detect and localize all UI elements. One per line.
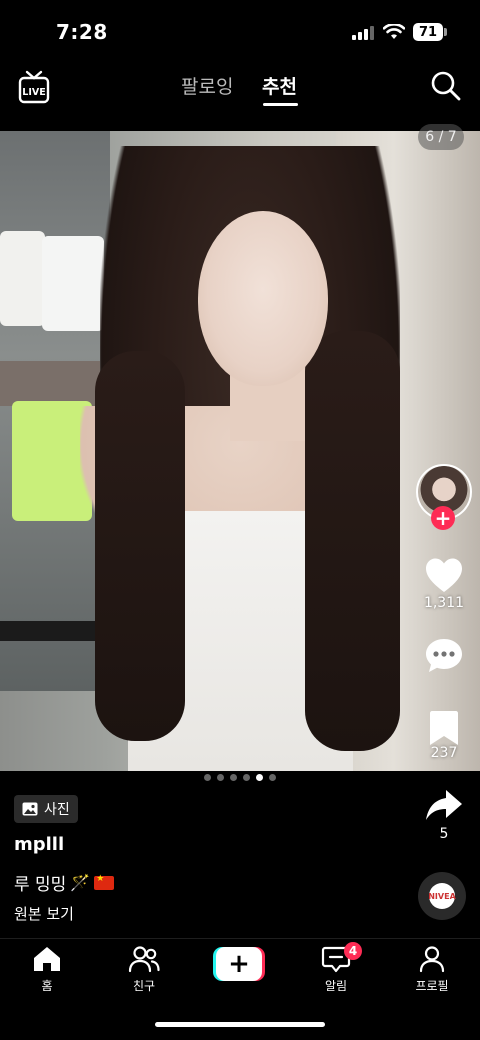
tab-following[interactable]: 팔로잉 [181, 72, 233, 99]
magic-wand-emoji: 🪄 [70, 873, 91, 892]
nav-friends-label: 친구 [132, 979, 156, 993]
photo-detail [42, 236, 104, 331]
china-flag-emoji [94, 874, 115, 890]
music-disc-label: NIVEA [428, 883, 456, 909]
share-icon[interactable] [424, 786, 464, 826]
description-text: 루 밍밍 [14, 875, 67, 895]
photo-face [198, 211, 328, 386]
live-icon[interactable]: LIVE [18, 70, 50, 104]
comment-icon[interactable] [424, 636, 464, 676]
nav-friends[interactable]: 친구 [109, 945, 179, 994]
signal-icon [352, 26, 374, 40]
pager-dot[interactable] [243, 773, 250, 781]
top-nav: LIVE 팔로잉 추천 [0, 56, 480, 128]
pager-dot[interactable] [269, 773, 276, 781]
status-time: 7:28 [56, 20, 108, 44]
bookmark-icon[interactable] [424, 708, 464, 748]
friends-icon [128, 946, 160, 973]
photo-type-badge: 사진 [14, 795, 78, 823]
photo-counter: 6 / 7 [418, 124, 464, 150]
nav-profile-label: 프로필 [415, 979, 449, 993]
tab-recommended[interactable]: 추천 [262, 72, 297, 99]
photo-detail [0, 231, 45, 326]
status-bar: 7:28 71 [0, 0, 480, 56]
nav-home-label: 홈 [41, 979, 53, 993]
follow-button[interactable]: + [431, 506, 455, 530]
live-label: LIVE [22, 87, 45, 98]
music-disc[interactable]: NIVEA [418, 872, 466, 920]
create-plus-icon: + [216, 947, 262, 981]
profile-icon [419, 946, 445, 973]
nav-home[interactable]: 홈 [12, 945, 82, 994]
post-description: 루 밍밍 🪄 [14, 870, 115, 895]
search-icon[interactable] [430, 70, 462, 102]
nav-profile[interactable]: 프로필 [397, 945, 467, 994]
creator-username[interactable]: mplll [14, 834, 64, 855]
tab-active-indicator [263, 103, 298, 106]
photo-hair-left [95, 351, 185, 741]
pager-dot[interactable] [230, 773, 237, 781]
pager-dot[interactable] [217, 773, 224, 781]
view-original-link[interactable]: 원본 보기 [14, 903, 74, 924]
share-count: 5 [439, 826, 449, 842]
post-photo[interactable] [0, 131, 480, 771]
create-button[interactable]: + [213, 947, 265, 981]
like-count: 1,311 [423, 595, 465, 611]
photo-icon [22, 802, 38, 816]
battery-indicator: 71 [413, 23, 443, 41]
battery-tip [444, 28, 447, 36]
wifi-icon [383, 24, 405, 39]
photo-detail [0, 361, 100, 406]
photo-hair-right [305, 331, 400, 751]
pager-dot[interactable] [204, 773, 211, 781]
save-count: 237 [430, 745, 458, 761]
nav-inbox-label: 알림 [324, 979, 348, 993]
photo-type-label: 사진 [44, 802, 70, 818]
inbox-badge: 4 [344, 942, 362, 960]
pager-dot-active[interactable] [256, 773, 263, 781]
home-icon [34, 947, 60, 971]
heart-icon[interactable] [424, 556, 464, 596]
home-indicator[interactable] [155, 1022, 325, 1027]
photo-pager[interactable] [200, 772, 280, 782]
